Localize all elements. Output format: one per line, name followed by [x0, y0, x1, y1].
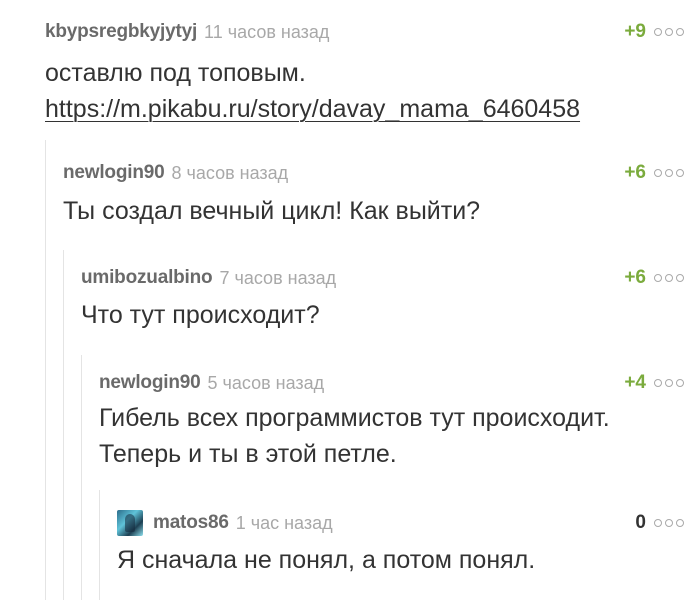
more-dots-icon[interactable]: [654, 517, 688, 529]
comment-link[interactable]: https://m.pikabu.ru/story/davay_mama_646…: [45, 95, 580, 123]
comment-time: 7 часов назад: [219, 267, 337, 288]
thread-indent-line[interactable]: [63, 250, 64, 600]
comment-author[interactable]: matos86: [153, 512, 229, 534]
comment-text-line: Гибель всех программистов тут происходит…: [99, 404, 610, 432]
comment: newlogin90 8 часов назад +6 Ты создал ве…: [63, 161, 700, 241]
comment-rating: +4: [624, 372, 646, 393]
comment-header: matos86 1 час назад: [117, 510, 700, 536]
comment-text: оставлю под топовым. https://m.pikabu.ru…: [45, 55, 680, 127]
more-dots-icon[interactable]: [654, 26, 688, 38]
thread-indent-line[interactable]: [45, 140, 46, 600]
comment-header: newlogin90 5 часов назад: [99, 371, 700, 395]
thread-indent-line[interactable]: [81, 355, 82, 600]
more-dots-icon[interactable]: [654, 272, 688, 284]
comment-time: 8 часов назад: [171, 162, 289, 183]
comment-text-line: Теперь и ты в этой петле.: [99, 440, 397, 468]
comment-header: newlogin90 8 часов назад: [63, 161, 700, 185]
comment-text: Я сначала не понял, а потом понял.: [117, 546, 536, 574]
comment-author[interactable]: newlogin90: [99, 372, 201, 394]
more-dots-icon[interactable]: [654, 167, 688, 179]
comment-author[interactable]: kbypsregbkyjytyj: [45, 21, 197, 43]
comment-rating: 0: [635, 512, 646, 533]
comment-text: Гибель всех программистов тут происходит…: [99, 400, 680, 472]
user-avatar-icon[interactable]: [117, 510, 143, 536]
more-dots-icon[interactable]: [654, 377, 688, 389]
comment-rating: +6: [624, 162, 646, 183]
comment: kbypsregbkyjytyj 11 часов назад +9 остав…: [45, 20, 700, 130]
comment-time: 1 час назад: [235, 512, 333, 533]
thread-indent-line[interactable]: [99, 490, 100, 600]
comment-text-line: оставлю под топовым.: [45, 59, 306, 87]
comment-author[interactable]: umibozualbino: [81, 267, 213, 289]
comment: matos86 1 час назад 0 Я сначала не понял…: [117, 510, 700, 591]
comment-author[interactable]: newlogin90: [63, 162, 165, 184]
comment-header: kbypsregbkyjytyj 11 часов назад: [45, 20, 700, 44]
comment: umibozualbino 7 часов назад +6 Что тут п…: [81, 266, 700, 346]
comment-thread: kbypsregbkyjytyj 11 часов назад +9 остав…: [0, 0, 700, 600]
comment-time: 11 часов назад: [204, 21, 330, 42]
comment-text: Ты создал вечный цикл! Как выйти?: [63, 197, 481, 225]
comment-text: Что тут происходит?: [81, 301, 320, 329]
comment-time: 5 часов назад: [207, 372, 325, 393]
comment: newlogin90 5 часов назад +4 Гибель всех …: [99, 371, 700, 481]
comment-rating: +6: [624, 267, 646, 288]
comment-header: umibozualbino 7 часов назад: [81, 266, 700, 290]
comment-rating: +9: [624, 21, 646, 42]
